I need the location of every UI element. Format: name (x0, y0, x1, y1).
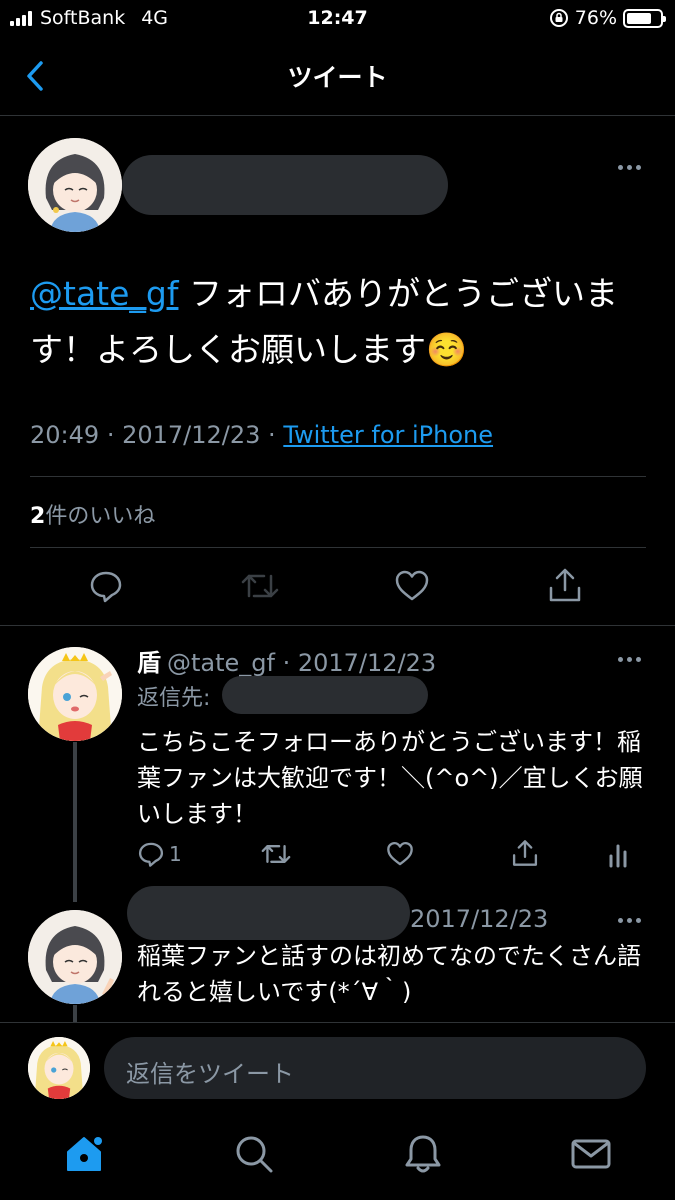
reply-count: 1 (169, 842, 182, 866)
reply-icon (138, 842, 164, 867)
author-name-redacted (122, 155, 448, 215)
reply-like-icon[interactable] (386, 840, 414, 868)
reply-retweet-icon[interactable] (259, 840, 293, 868)
reply-more-options-icon[interactable] (614, 649, 644, 669)
tab-bar (0, 1112, 675, 1200)
thread-line (73, 1005, 77, 1023)
notifications-icon[interactable] (401, 1132, 445, 1176)
rotation-lock-icon (549, 9, 568, 27)
reply-compose-bar: 返信をツイート (0, 1022, 675, 1112)
battery-icon (623, 8, 666, 28)
reply-display-name[interactable]: 盾 (137, 649, 161, 677)
divider (0, 625, 675, 626)
tweet-text: @tate_gf フォロバありがとうございます！よろしくお願いします☺️ (30, 266, 650, 378)
reply-text: こちらこそフォローありがとうございます！稲葉ファンは大歓迎です！＼(^o^)／宜… (137, 728, 643, 828)
analytics-icon[interactable] (608, 840, 632, 868)
status-bar: SoftBank 4G 12:47 76% (0, 0, 675, 40)
reply2-avatar[interactable] (28, 910, 122, 1004)
reply-to-redacted (222, 676, 428, 714)
my-avatar[interactable] (28, 1037, 90, 1099)
more-options-icon[interactable] (614, 157, 644, 177)
reply2-date: 2017/12/23 (410, 905, 549, 933)
author-avatar[interactable] (28, 138, 122, 232)
like-icon[interactable] (394, 568, 430, 604)
tweet-meta: 20:49 · 2017/12/23 · Twitter for iPhone (30, 421, 494, 449)
reply2-name-redacted (127, 886, 410, 940)
tweet-date: 2017/12/23 (122, 421, 261, 449)
reply-to-label: 返信先: (137, 686, 211, 711)
home-icon[interactable] (62, 1132, 106, 1176)
page-title: ツイート (287, 63, 388, 92)
search-icon[interactable] (232, 1132, 276, 1176)
likes-number: 2 (30, 504, 46, 529)
battery-percent: 76% (574, 7, 617, 29)
reply2-more-options-icon[interactable] (614, 910, 644, 930)
reply-reply-button[interactable]: 1 (137, 840, 182, 868)
reply-handle[interactable]: @tate_gf (167, 649, 275, 677)
reply-share-icon[interactable] (511, 838, 539, 868)
status-right: 76% (549, 7, 666, 29)
thread-line (73, 742, 77, 902)
reply-input[interactable]: 返信をツイート (104, 1037, 646, 1099)
reply2-text: 稲葉ファンと話すのは初めてなのでたくさん語れると嬉しいです(*´∀｀) (137, 942, 641, 1006)
reply-date: 2017/12/23 (297, 649, 437, 677)
divider (30, 547, 646, 548)
messages-icon[interactable] (569, 1132, 613, 1176)
share-icon[interactable] (547, 566, 583, 604)
reply-header: 盾 @tate_gf · 2017/12/23 (137, 649, 437, 677)
likes-label: 件のいいね (45, 504, 156, 529)
divider (30, 476, 646, 477)
reply-icon[interactable] (88, 568, 124, 604)
header: ツイート (0, 40, 675, 116)
tweet-time: 20:49 (30, 421, 100, 449)
tweet-mention-link[interactable]: @tate_gf (30, 274, 178, 313)
tweet-source-link[interactable]: Twitter for iPhone (283, 421, 493, 449)
likes-count[interactable]: 2件のいいね (30, 498, 155, 530)
retweet-icon[interactable] (240, 568, 280, 604)
reply-avatar[interactable] (28, 647, 122, 741)
